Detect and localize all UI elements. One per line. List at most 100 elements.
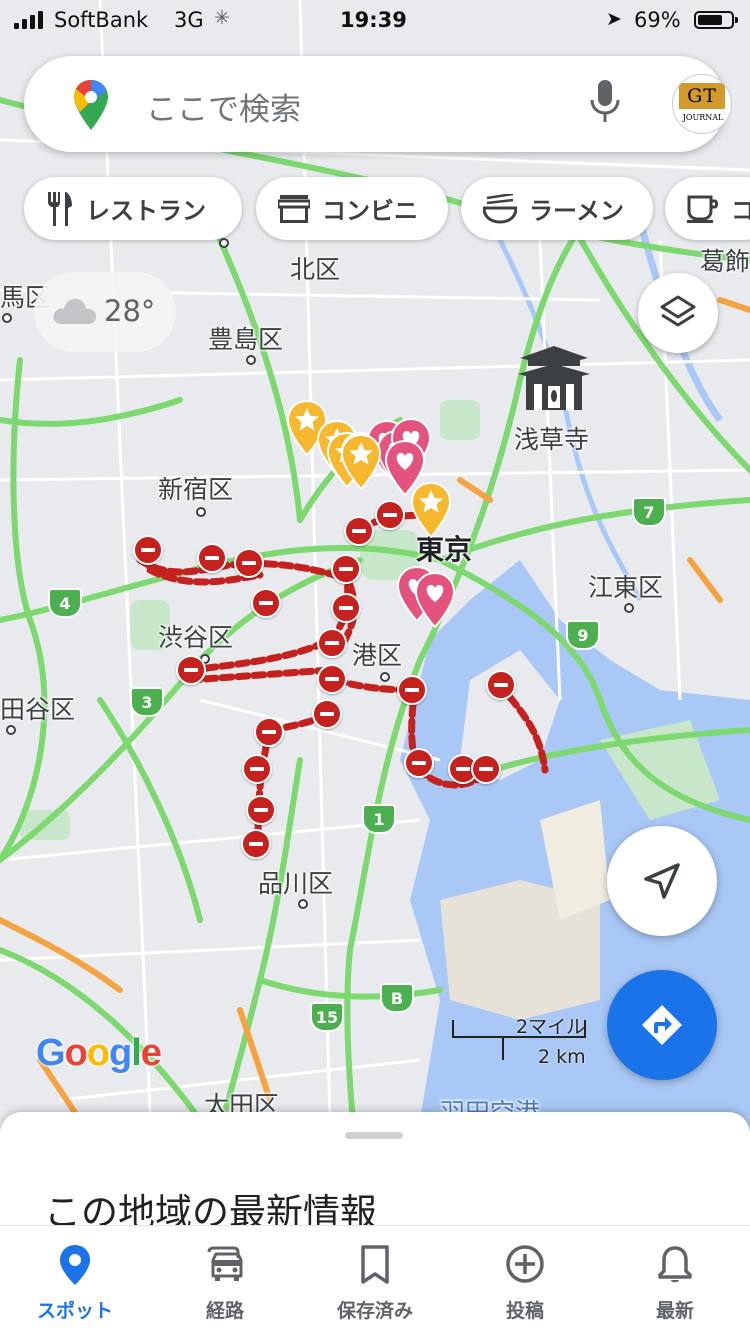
account-avatar[interactable]: GT JOURNAL — [672, 74, 732, 134]
temperature: 28° — [104, 294, 156, 328]
battery-percent: 69% — [634, 8, 681, 32]
avatar-logo-text: GT — [679, 83, 725, 109]
route-shield: 9 — [566, 620, 600, 650]
tab-explore[interactable]: スポット — [0, 1226, 150, 1334]
road-closure-icon[interactable] — [197, 543, 227, 573]
map-label-shinagawa: 品川区 — [258, 869, 334, 898]
avatar-logo-subtext: JOURNAL — [682, 113, 724, 122]
map-label-toshima: 豊島区 — [208, 325, 284, 354]
pin-icon — [60, 1245, 90, 1285]
chip-label: コ — [731, 197, 750, 225]
chip-cafe[interactable]: コ — [665, 177, 750, 240]
map-label-shinjuku: 新宿区 — [158, 475, 234, 504]
search-input[interactable]: ここで検索 — [146, 84, 301, 129]
activity-icon: ✳ — [214, 7, 230, 29]
road-closure-icon[interactable] — [344, 516, 374, 546]
road-closure-icon[interactable] — [176, 655, 206, 685]
starred-place-pin[interactable] — [340, 434, 382, 490]
road-closure-icon[interactable] — [242, 754, 272, 784]
route-shield: B — [380, 983, 414, 1013]
route-shield: 4 — [48, 588, 82, 618]
map-dot-shinagawa — [298, 899, 308, 909]
road-closure-icon[interactable] — [486, 670, 516, 700]
favorite-place-pin[interactable] — [414, 572, 456, 628]
scale-km: 2 km — [538, 1046, 586, 1068]
tab-label: 投稿 — [505, 1300, 544, 1322]
car-icon — [207, 1246, 243, 1281]
carrier-name: SoftBank — [54, 8, 149, 32]
starred-place-pin[interactable] — [410, 482, 452, 538]
tab-contribute[interactable]: 投稿 — [450, 1226, 600, 1334]
road-closure-icon[interactable] — [251, 588, 281, 618]
chip-restaurants[interactable]: レストラン — [24, 177, 242, 240]
chip-ramen[interactable]: ラーメン — [461, 177, 653, 240]
status-bar: SoftBank 3G ✳ 19:39 ➤ 69% — [0, 0, 750, 40]
route-shield: 7 — [632, 497, 666, 527]
road-closure-icon[interactable] — [254, 717, 284, 747]
network-type: 3G — [174, 8, 204, 32]
map-dot-koto — [624, 603, 634, 613]
bell-icon — [658, 1246, 692, 1283]
route-shield: 3 — [130, 687, 164, 717]
map-dot-shinjuku — [196, 507, 206, 517]
navigation-arrow-icon — [644, 863, 680, 899]
road-closure-icon[interactable] — [317, 628, 347, 658]
my-location-button[interactable] — [607, 826, 717, 936]
road-closure-icon[interactable] — [471, 754, 501, 784]
map-label-shibuya: 渋谷区 — [158, 623, 234, 652]
road-closure-icon[interactable] — [246, 795, 276, 825]
weather-widget[interactable]: 28° — [34, 272, 176, 352]
cloud-icon — [53, 298, 97, 324]
map-label-setagaya: 田谷区 — [0, 695, 76, 724]
google-maps-pin-icon — [74, 80, 108, 130]
map-label-asakusa: 浅草寺 — [514, 425, 590, 454]
road-closure-icon[interactable] — [375, 500, 405, 530]
tab-label: 保存済み — [336, 1300, 413, 1322]
tab-label: スポット — [36, 1300, 113, 1322]
google-logo: Google — [36, 1032, 162, 1074]
chip-convenience-stores[interactable]: コンビニ — [256, 177, 448, 240]
road-closure-icon[interactable] — [331, 593, 361, 623]
map-label-kita: 北区 — [290, 255, 341, 284]
tab-saved[interactable]: 保存済み — [300, 1226, 450, 1334]
battery-icon — [694, 11, 738, 29]
chip-label: コンビニ — [322, 197, 418, 225]
road-closure-icon[interactable] — [317, 664, 347, 694]
map-label-minato: 港区 — [352, 641, 403, 670]
map-dot-setagaya — [6, 725, 16, 735]
coffee-cup-icon — [687, 195, 719, 223]
scale-miles: 2マイル — [516, 1016, 586, 1038]
chip-label: レストラン — [86, 197, 206, 225]
road-closure-icon[interactable] — [397, 675, 427, 705]
microphone-icon[interactable] — [590, 80, 620, 124]
map-label-katsushika: 葛飾 — [700, 247, 750, 276]
tab-updates[interactable]: 最新 — [600, 1226, 750, 1334]
road-closure-icon[interactable] — [133, 535, 163, 565]
road-closure-icon[interactable] — [331, 554, 361, 584]
road-closure-icon[interactable] — [312, 699, 342, 729]
store-icon — [278, 194, 310, 223]
map-dot-toshima — [246, 355, 256, 365]
temple-icon — [518, 346, 590, 410]
map-dot-minato — [380, 672, 390, 682]
directions-button[interactable] — [607, 970, 717, 1080]
map-dot-nerima — [2, 313, 12, 323]
signal-icon — [14, 11, 43, 29]
layers-button[interactable] — [638, 273, 718, 353]
map-dot-kita — [219, 238, 229, 248]
directions-icon — [642, 1005, 682, 1045]
add-circle-icon — [506, 1245, 544, 1283]
route-shield: 15 — [310, 1002, 344, 1032]
search-bar[interactable]: ここで検索 GT JOURNAL — [24, 56, 732, 152]
road-closure-icon[interactable] — [404, 748, 434, 778]
tab-label: 最新 — [655, 1300, 694, 1322]
sheet-drag-handle[interactable] — [345, 1132, 403, 1139]
tab-commute[interactable]: 経路 — [150, 1226, 300, 1334]
map-scale: 2マイル 2 km — [450, 1012, 600, 1072]
road-closure-icon[interactable] — [234, 548, 264, 578]
clock: 19:39 — [340, 8, 407, 32]
fork-knife-icon — [46, 191, 74, 226]
road-closure-icon[interactable] — [241, 829, 271, 859]
bookmark-icon — [361, 1245, 389, 1284]
ramen-bowl-icon — [483, 193, 517, 224]
